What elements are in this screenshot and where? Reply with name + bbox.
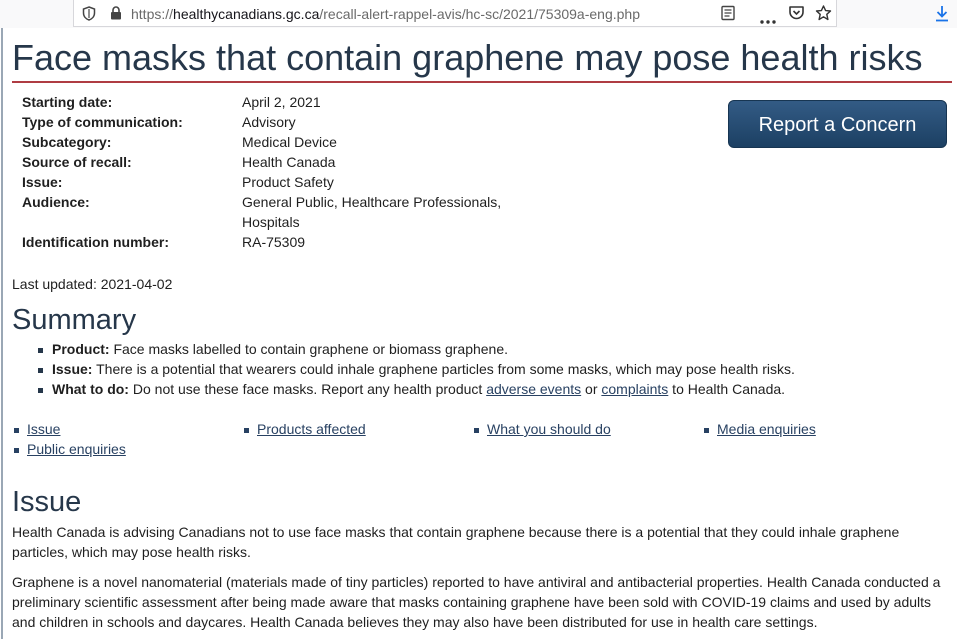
bookmark-star-icon[interactable] [815, 5, 832, 24]
info-label: Audience: [22, 194, 90, 210]
bullet-icon [704, 428, 709, 433]
info-value-continued: Hospitals [242, 214, 300, 230]
info-label: Starting date: [22, 94, 113, 110]
toc-link-what-you-should-do[interactable]: What you should do [487, 421, 611, 437]
url-path: /recall-alert-rappel-avis/hc-sc/2021/753… [319, 6, 640, 22]
url-prefix: https:// [131, 6, 174, 22]
pocket-icon[interactable] [788, 5, 805, 24]
more-icon[interactable] [760, 11, 776, 27]
info-value: RA-75309 [242, 234, 306, 250]
title-underline [12, 81, 952, 83]
toc-link-public-enquiries[interactable]: Public enquiries [27, 441, 126, 457]
toc-link-products-affected[interactable]: Products affected [257, 421, 366, 437]
browser-toolbar: https://healthycanadians.gc.ca/recall-al… [0, 0, 957, 28]
report-a-concern-button[interactable]: Report a Concern [728, 100, 947, 148]
bullet-icon [244, 428, 249, 433]
address-bar[interactable]: https://healthycanadians.gc.ca/recall-al… [73, 0, 837, 27]
last-updated: Last updated: 2021-04-02 [12, 276, 173, 292]
url-host: healthycanadians.gc.ca [173, 6, 320, 22]
toc-link-media-enquiries[interactable]: Media enquiries [717, 421, 816, 437]
info-value: Advisory [242, 114, 296, 130]
info-value: Health Canada [242, 154, 336, 170]
page-title: Face masks that contain graphene may pos… [12, 37, 923, 78]
bullet-icon [14, 448, 19, 453]
info-label: Issue: [22, 174, 63, 190]
download-icon[interactable] [934, 5, 950, 25]
info-label: Source of recall: [22, 154, 132, 170]
summary-text: There is a potential that wearers could … [92, 361, 795, 377]
summary-heading: Summary [12, 304, 137, 336]
summary-text: Face masks labelled to contain graphene … [109, 341, 509, 357]
lock-icon[interactable] [110, 6, 122, 23]
bullet-icon [474, 428, 479, 433]
issue-paragraph: Health Canada is advising Canadians not … [12, 524, 900, 560]
complaints-link[interactable]: complaints [601, 381, 668, 397]
bullet-icon [38, 388, 43, 393]
bullet-icon [38, 348, 43, 353]
summary-text: Do not use these face masks. Report any … [128, 381, 487, 397]
issue-paragraph: Graphene is a novel nanomaterial (materi… [12, 574, 941, 630]
summary-label: What to do: [52, 381, 129, 397]
bullet-icon [14, 428, 19, 433]
page-edge-divider [1, 28, 3, 639]
info-value: April 2, 2021 [242, 94, 321, 110]
summary-text: to Health Canada. [668, 381, 786, 397]
info-label: Subcategory: [22, 134, 112, 150]
url-text[interactable]: https://healthycanadians.gc.ca/recall-al… [131, 6, 640, 22]
reader-view-icon[interactable] [720, 5, 736, 24]
issue-heading: Issue [12, 486, 82, 518]
shield-icon[interactable] [82, 6, 96, 24]
info-value: Product Safety [242, 174, 334, 190]
info-label: Identification number: [22, 234, 169, 250]
bullet-icon [38, 368, 43, 373]
info-value: General Public, Healthcare Professionals… [242, 194, 502, 210]
adverse-events-link[interactable]: adverse events [486, 381, 581, 397]
info-label: Type of communication: [22, 114, 183, 130]
summary-text: or [581, 381, 602, 397]
toc-link-issue[interactable]: Issue [27, 421, 60, 437]
summary-label: Issue: [52, 361, 93, 377]
info-value: Medical Device [242, 134, 337, 150]
summary-label: Product: [52, 341, 110, 357]
